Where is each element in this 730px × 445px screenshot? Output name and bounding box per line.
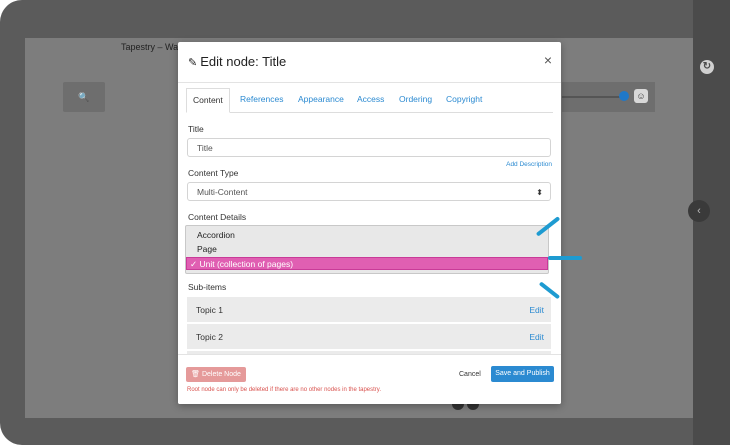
content-details-label: Content Details <box>188 212 247 222</box>
delete-node-button[interactable]: 🗑 Delete Node <box>186 367 246 382</box>
pencil-icon: ✎ <box>188 57 198 69</box>
trash-icon: 🗑 <box>191 371 200 378</box>
option-page[interactable]: Page <box>186 243 548 256</box>
page-title: Tapestry – Wall <box>121 42 183 52</box>
content-type-value: Multi-Content <box>197 187 248 197</box>
option-accordion[interactable]: Accordion <box>186 229 548 242</box>
save-and-publish-button[interactable]: Save and Publish <box>491 366 554 382</box>
subitem-name: Topic 2 <box>196 332 223 342</box>
content-type-select[interactable]: Multi-Content ⬍ <box>187 182 551 201</box>
tab-access[interactable]: Access <box>351 88 390 111</box>
search-button[interactable]: 🔍 <box>63 82 105 112</box>
callout-marker <box>548 256 582 260</box>
modal-header: ✎ Edit node: Title × <box>178 42 561 83</box>
modal-footer: 🗑 Delete Node Root node can only be delet… <box>178 354 561 404</box>
edit-node-modal: ✎ Edit node: Title × Content References A… <box>178 42 561 404</box>
content-type-label: Content Type <box>188 168 239 178</box>
edit-link[interactable]: Edit <box>529 332 544 342</box>
list-item: Topic 2 Edit <box>187 324 551 351</box>
title-label: Title <box>188 124 204 134</box>
zoom-slider[interactable]: ☺ <box>562 82 655 112</box>
edit-link[interactable]: Edit <box>529 305 544 315</box>
tab-content[interactable]: Content <box>186 88 230 113</box>
delete-node-label: Delete Node <box>201 371 241 378</box>
delete-warning: Root node can only be deleted if there a… <box>187 387 382 393</box>
tab-bar: Content References Appearance Access Ord… <box>186 88 553 113</box>
close-icon[interactable]: × <box>544 52 552 68</box>
chevron-left-icon[interactable]: ‹ <box>688 200 710 222</box>
face-icon[interactable]: ☺ <box>634 89 648 103</box>
subitems-label: Sub-items <box>188 282 227 292</box>
tab-references[interactable]: References <box>234 88 289 111</box>
slider-knob[interactable] <box>619 91 629 101</box>
unit-type-dropdown[interactable]: Accordion Page ✓ Unit (collection of pag… <box>185 225 549 274</box>
title-input[interactable]: Title <box>187 138 551 157</box>
select-caret-icon: ⬍ <box>536 188 543 197</box>
tab-copyright[interactable]: Copyright <box>440 88 488 111</box>
modal-title: ✎ Edit node: Title <box>188 54 286 69</box>
subitems-list: Topic 1 Edit Topic 2 Edit <box>187 297 551 357</box>
modal-title-text: Edit node: Title <box>200 54 287 69</box>
subitem-name: Topic 1 <box>196 305 223 315</box>
option-unit[interactable]: ✓ Unit (collection of pages) <box>186 257 548 270</box>
list-item: Topic 1 Edit <box>187 297 551 324</box>
cancel-button[interactable]: Cancel <box>459 367 481 382</box>
tab-ordering[interactable]: Ordering <box>393 88 438 111</box>
slider-track <box>562 96 620 98</box>
add-description-link[interactable]: Add Description <box>506 161 552 168</box>
search-icon: 🔍 <box>78 92 90 102</box>
refresh-icon[interactable]: ↻ <box>700 60 714 74</box>
tab-appearance[interactable]: Appearance <box>292 88 350 111</box>
